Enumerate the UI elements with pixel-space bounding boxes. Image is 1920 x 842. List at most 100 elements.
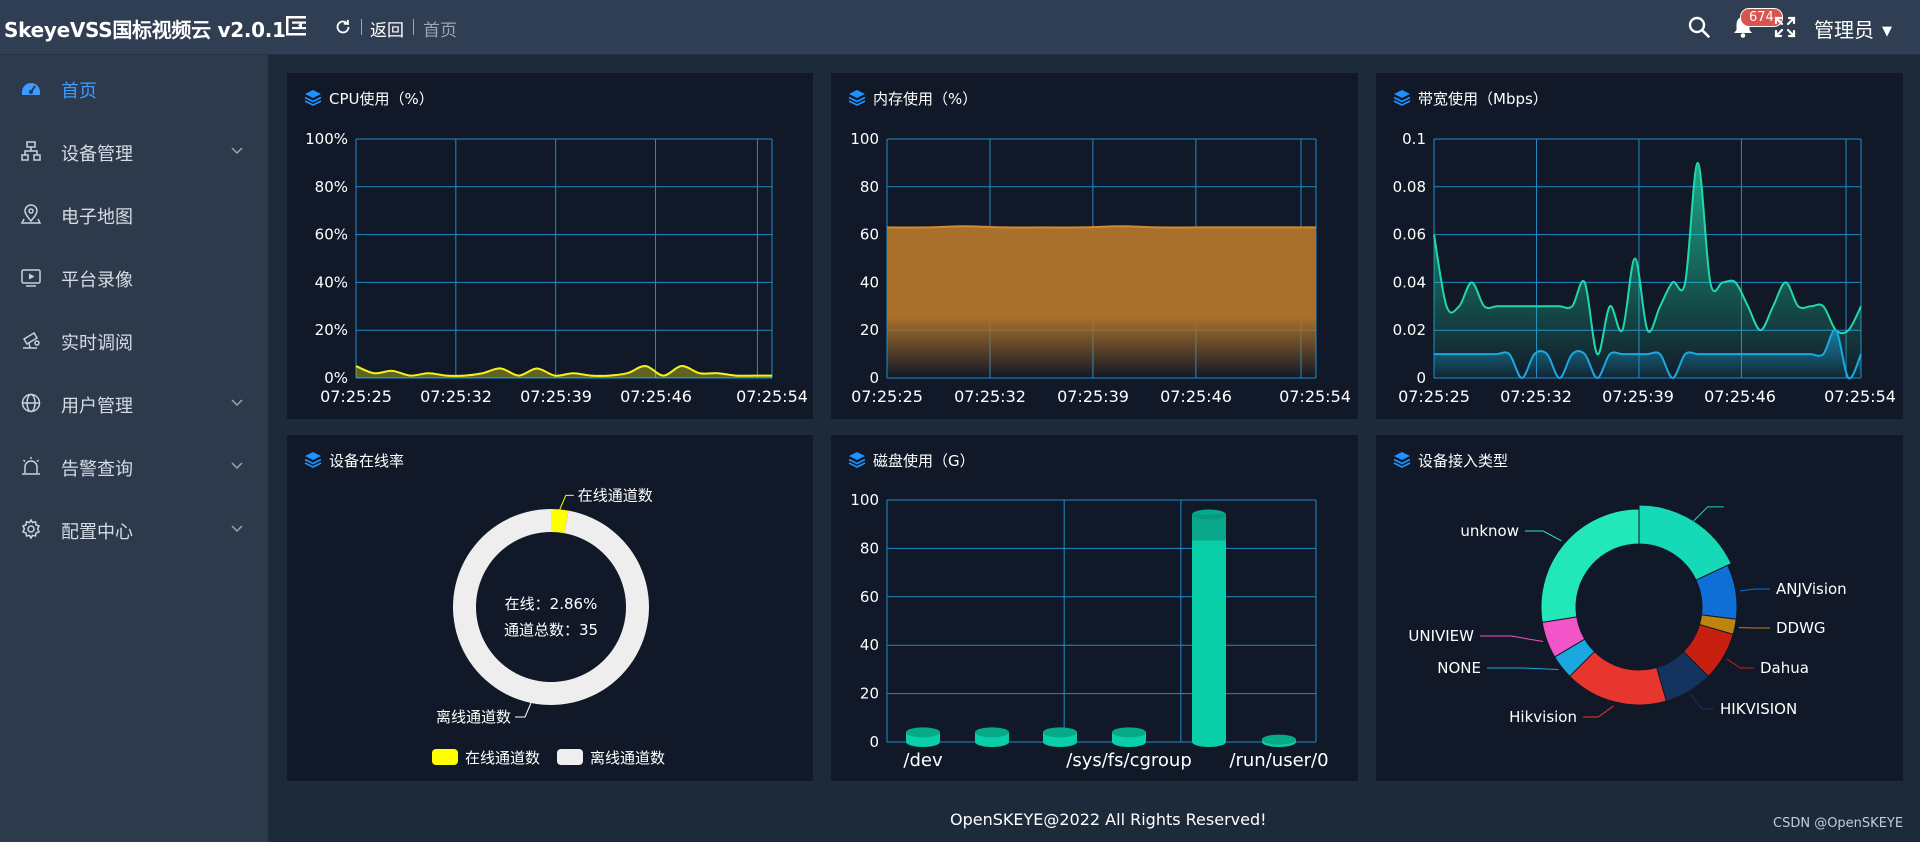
- bandwidth-area-chart: 0 0.02 0.04 0.06 0.08 0.1 07:25:25 07:25:32 07:2…: [1393, 130, 1896, 406]
- watermark: CSDN @OpenSKEYE: [1773, 816, 1904, 831]
- y-tick-label: 0.06: [1393, 226, 1426, 244]
- disk-bar-chart: 0 20 40 60 80 100/dev/sys/fs/cgroup/run/user/…: [850, 491, 1328, 771]
- sidebar-item-label: 告警查询: [61, 459, 133, 480]
- legend-swatch-online: [432, 749, 458, 765]
- disk-bar-base: [906, 737, 940, 747]
- access-slice-label: unknow: [1460, 522, 1519, 540]
- x-tick-label: 07:25:46: [1160, 387, 1232, 406]
- sidebar-item-config-center[interactable]: 配置中心: [0, 501, 268, 557]
- disk-usage-panel: 磁盘使用（G） 0 20 40 60 80 100/dev/sys/fs/cgroup/r…: [831, 435, 1358, 781]
- separator: [413, 19, 414, 35]
- x-tick-label: 07:25:46: [620, 387, 692, 406]
- bandwidth-series-1-area: [1434, 162, 1861, 378]
- sidebar-item-alarm-query[interactable]: 告警查询: [0, 438, 268, 494]
- caret-down-icon: ▼: [1882, 24, 1892, 39]
- memory-usage-panel: 内存使用（%） 0 20 40 60 80 100 07:25:25 07:25:32 07:2…: [831, 73, 1358, 419]
- x-tick-label: 07:25:54: [1824, 387, 1896, 406]
- chevron-down-icon: [231, 525, 243, 533]
- access-slice-label: Dahua: [1760, 659, 1809, 677]
- y-tick-label: 20: [860, 321, 879, 339]
- access-slice: [1540, 508, 1640, 623]
- y-tick-label: 0: [869, 369, 879, 387]
- label-leader-line: [1583, 705, 1614, 718]
- sidebar-item-device-management[interactable]: 设备管理: [0, 123, 268, 179]
- menu-toggle-icon[interactable]: [284, 13, 310, 39]
- search-icon[interactable]: [1686, 14, 1712, 40]
- x-tick-label: /run/user/0: [1229, 750, 1328, 771]
- sidebar-item-platform-recording[interactable]: 平台录像: [0, 249, 268, 305]
- map-pin-icon: [20, 204, 42, 224]
- sidebar-item-home[interactable]: 首页: [0, 60, 268, 116]
- fullscreen-icon[interactable]: [1772, 14, 1798, 40]
- refresh-icon[interactable]: [333, 17, 353, 37]
- chevron-down-icon: [231, 462, 243, 470]
- access-slice-label: NONE: [1437, 659, 1481, 677]
- device-online-rate-panel: 设备在线率 在线通道数 离线通道数 在线：2.86% 通道总数：35 在线通道数 离线通道…: [287, 435, 813, 781]
- x-tick-label: 07:25:46: [1704, 387, 1776, 406]
- label-leader-line: [1739, 588, 1770, 592]
- access-slice-label: Hikvision: [1509, 708, 1577, 726]
- breadcrumb: 首页: [423, 21, 457, 41]
- memory-area-chart: 0 20 40 60 80 100 07:25:25 07:25:32 07:25:39 07:2…: [850, 130, 1351, 406]
- label-leader-line: [1525, 530, 1562, 542]
- y-tick-label: 0%: [324, 369, 348, 387]
- alarm-icon: [22, 457, 40, 475]
- label-leader-line: [1487, 667, 1559, 671]
- disk-bar-shade: [1192, 514, 1226, 541]
- sidebar-item-user-management[interactable]: 用户管理: [0, 375, 268, 431]
- y-tick-label: 100: [850, 130, 879, 148]
- y-tick-label: 0: [1416, 369, 1426, 387]
- legend-label-online: 在线通道数: [465, 749, 540, 767]
- device-tree-icon: [21, 141, 41, 161]
- y-tick-label: 0.1: [1402, 130, 1426, 148]
- cpu-line-chart: 0% 20% 40% 60% 80% 100% 07:25:25 07:25:32 07:25:…: [305, 130, 808, 406]
- gear-icon: [21, 518, 41, 540]
- y-tick-label: 60: [860, 588, 879, 606]
- label-leader-line: [515, 702, 532, 718]
- live-view-icon: [22, 331, 40, 349]
- chevron-down-icon: [231, 147, 243, 155]
- bandwidth-usage-panel: 带宽使用（Mbps） 0 0.02 0.04 0.06 0.08 0.1 07:25:25 0…: [1376, 73, 1903, 419]
- y-tick-label: 0.02: [1393, 321, 1426, 339]
- x-tick-label: /dev: [903, 750, 943, 771]
- separator: [361, 19, 362, 35]
- sidebar-item-label: 平台录像: [61, 270, 133, 291]
- online-donut-chart: 在线通道数离线通道数在线：2.86%通道总数：35在线通道数 离线通道数: [432, 486, 665, 767]
- cpu-line: [355, 365, 772, 377]
- offline-slice-label: 离线通道数: [436, 708, 511, 726]
- y-tick-label: 100: [850, 491, 879, 509]
- sidebar-item-live-view[interactable]: 实时调阅: [0, 312, 268, 368]
- x-tick-label: 07:25:25: [1398, 387, 1470, 406]
- x-tick-label: 07:25:32: [954, 387, 1026, 406]
- user-menu[interactable]: 管理员 ▼: [1814, 14, 1892, 43]
- access-slice: [1638, 504, 1732, 581]
- access-type-donut-chart: ANJVision DDWG Dahua HIKVISION Hikvision NONE…: [1408, 504, 1847, 726]
- x-tick-label: 07:25:39: [520, 387, 592, 406]
- disk-bar: [1192, 514, 1226, 742]
- disk-bar-cap: [975, 727, 1009, 738]
- y-tick-label: 40: [860, 636, 879, 654]
- y-tick-label: 40%: [315, 273, 348, 291]
- back-link[interactable]: 返回: [370, 16, 404, 41]
- y-tick-label: 80: [860, 539, 879, 557]
- label-leader-line: [1690, 694, 1714, 710]
- y-tick-label: 40: [860, 273, 879, 291]
- sidebar-item-label: 首页: [61, 81, 97, 102]
- online-rate-text: 在线：2.86%: [505, 595, 598, 613]
- online-slice-label: 在线通道数: [578, 486, 653, 504]
- disk-bar-cap: [1262, 734, 1296, 745]
- footer-copyright: OpenSKEYE@2022 All Rights Reserved!: [950, 810, 1267, 829]
- video-icon: [21, 269, 41, 287]
- x-tick-label: 07:25:54: [1279, 387, 1351, 406]
- cpu-usage-panel: CPU使用（%） 0% 20% 40% 60% 80% 100% 07:25:25 07:25…: [287, 73, 813, 419]
- y-tick-label: 60: [860, 226, 879, 244]
- sidebar-item-label: 配置中心: [61, 522, 133, 543]
- legend-swatch-offline: [557, 749, 583, 765]
- cpu-area: [356, 366, 772, 378]
- y-tick-label: 0.08: [1393, 178, 1426, 196]
- x-tick-label: 07:25:39: [1057, 387, 1129, 406]
- x-tick-label: 07:25:32: [420, 387, 492, 406]
- y-tick-label: 0: [869, 733, 879, 751]
- memory-area: [887, 226, 1316, 378]
- sidebar-item-electronic-map[interactable]: 电子地图: [0, 186, 268, 242]
